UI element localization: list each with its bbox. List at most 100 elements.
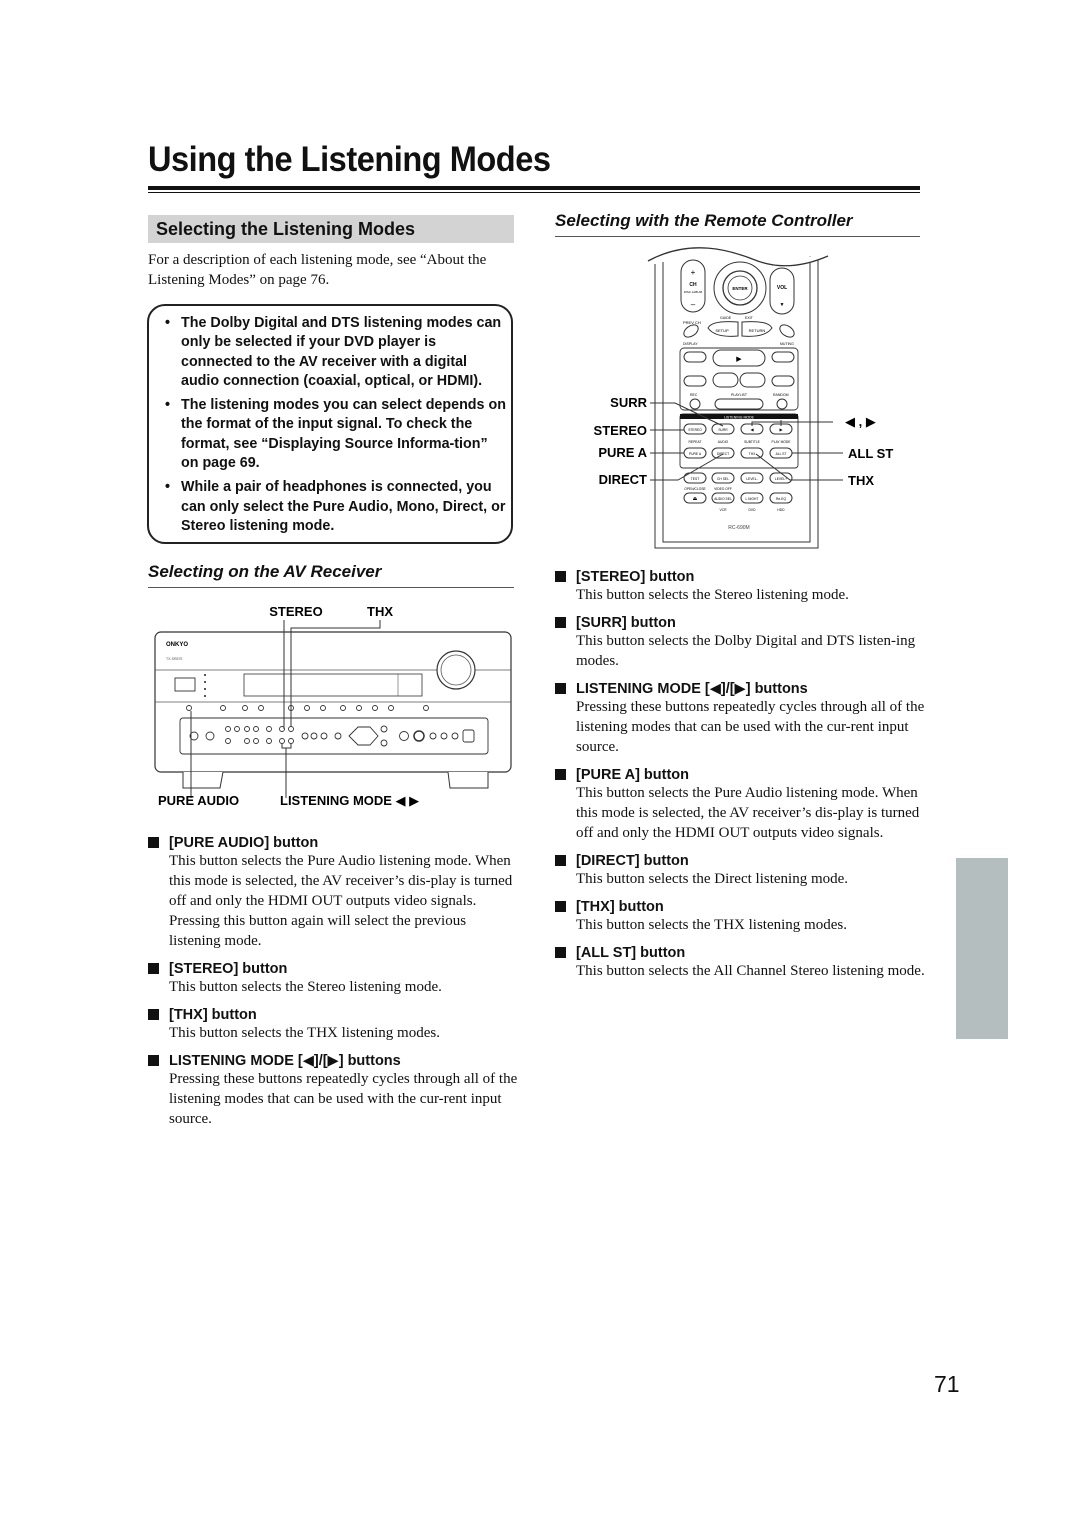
square-bullet-icon (555, 683, 566, 694)
svg-text:DVD: DVD (749, 508, 757, 512)
remote-model-label: RC-690M (728, 525, 749, 531)
note-item: • The listening modes you can select depe… (165, 397, 506, 472)
square-bullet-icon (555, 571, 566, 582)
intro-paragraph: For a description of each listening mode… (148, 252, 487, 288)
svg-text:VIDEO OFF: VIDEO OFF (714, 487, 732, 491)
button-description: [PURE AUDIO] button This button selects … (148, 835, 518, 951)
button-description: [THX] button This button selects the THX… (148, 1007, 518, 1043)
button-description: [ALL ST] button This button selects the … (555, 945, 925, 981)
square-bullet-icon (148, 963, 159, 974)
svg-text:ALL ST: ALL ST (776, 452, 787, 456)
section-heading-text: Selecting the Listening Modes (156, 219, 416, 239)
svg-text:CH SEL: CH SEL (717, 477, 729, 481)
stereo-panel-button (288, 726, 294, 732)
callout-stereo: STEREO (594, 423, 647, 438)
button-description: [DIRECT] button This button selects the … (555, 853, 925, 889)
svg-text:REPEAT: REPEAT (689, 440, 702, 444)
title-rule (148, 186, 920, 190)
svg-text:REC: REC (690, 393, 698, 397)
button-description: [PURE A] button This button selects the … (555, 767, 925, 843)
svg-text:LISTENING MODE: LISTENING MODE (724, 416, 755, 420)
bullet-icon: • (165, 397, 171, 414)
button-description: LISTENING MODE [◀]/[▶] buttons Pressing … (148, 1053, 518, 1129)
svg-text:DISC ALBUM: DISC ALBUM (684, 290, 703, 294)
button-description: [STEREO] button This button selects the … (148, 961, 518, 997)
power-button (174, 677, 196, 692)
av-receiver-illustration: STEREO THX ONKYO TX-SR875 PURE AUDIO LIS… (154, 604, 512, 808)
svg-text:HDD: HDD (777, 508, 785, 512)
chapter-tab-marker (956, 858, 1008, 1039)
selector-buttons-row (186, 705, 429, 711)
square-bullet-icon (148, 1055, 159, 1066)
svg-text:GUIDE: GUIDE (720, 316, 732, 320)
svg-text:STEREO: STEREO (688, 428, 702, 432)
svg-text:VCR: VCR (720, 508, 728, 512)
svg-text:MUTING: MUTING (780, 342, 794, 346)
callout-surr: SURR (610, 395, 647, 410)
svg-text:PLAY MODE: PLAY MODE (772, 440, 792, 444)
svg-text:+: + (691, 268, 696, 277)
svg-text:PLAYLIST: PLAYLIST (731, 393, 748, 397)
square-bullet-icon (148, 1009, 159, 1020)
remote-illustration: + CH DISC ALBUM – ENTER VOL ▼ GUIDE EXIT… (594, 247, 893, 549)
page-number: 71 (934, 1371, 960, 1397)
svg-text:▶: ▶ (736, 356, 742, 363)
bullet-icon: • (165, 479, 171, 496)
page-title: Using the Listening Modes (148, 140, 551, 179)
button-description: [SURR] button This button selects the Do… (555, 615, 925, 671)
receiver-display (243, 673, 423, 697)
listening-mode-right-button (288, 738, 294, 744)
enter-button-label: ENTER (732, 286, 748, 291)
svg-text:▼: ▼ (780, 302, 785, 308)
square-bullet-icon (555, 855, 566, 866)
svg-text:TEST: TEST (691, 477, 699, 481)
svg-text:⏏: ⏏ (693, 496, 698, 502)
volume-knob (436, 650, 476, 690)
square-bullet-icon (555, 947, 566, 958)
svg-text:CH: CH (689, 282, 697, 288)
callout-stereo: STEREO (269, 604, 322, 619)
callout-arrows: ◀ , ▶ (845, 414, 876, 429)
callout-all-st: ALL ST (848, 446, 893, 461)
svg-text:PREV CH: PREV CH (683, 320, 701, 325)
svg-text:LEVEL+: LEVEL+ (775, 477, 787, 481)
listening-mode-left-button (279, 738, 285, 744)
svg-text:SUBTITLE: SUBTITLE (744, 440, 761, 444)
button-description: [THX] button This button selects the THX… (555, 899, 925, 935)
svg-text:AUDIO SEL: AUDIO SEL (714, 497, 732, 501)
svg-text:VOL: VOL (777, 285, 787, 291)
square-bullet-icon (555, 901, 566, 912)
svg-text:THX: THX (749, 452, 756, 456)
svg-text:Re-EQ: Re-EQ (776, 497, 787, 501)
svg-text:SURR: SURR (718, 428, 728, 432)
svg-text:DISPLAY: DISPLAY (683, 342, 698, 346)
av-receiver-heading-rule (148, 587, 514, 588)
callout-thx: THX (367, 604, 393, 619)
svg-text:SETUP: SETUP (715, 328, 729, 333)
button-description: LISTENING MODE [◀]/[▶] buttons Pressing … (555, 681, 925, 757)
square-bullet-icon (148, 837, 159, 848)
callout-direct: DIRECT (599, 472, 647, 487)
note-item: • The Dolby Digital and DTS listening mod… (165, 315, 502, 389)
svg-text:EXIT: EXIT (745, 316, 754, 320)
section-heading: Selecting the Listening Modes (148, 215, 514, 243)
title-rule-thin (148, 192, 920, 193)
svg-text:RETURN: RETURN (749, 328, 766, 333)
svg-text:LEVEL-: LEVEL- (746, 477, 757, 481)
square-bullet-icon (555, 617, 566, 628)
svg-text:AUDIO: AUDIO (718, 440, 729, 444)
callout-listening-mode: LISTENING MODE ◀ ▶ (280, 793, 419, 808)
notes-box: • The Dolby Digital and DTS listening mod… (147, 304, 513, 544)
callout-thx: THX (848, 473, 874, 488)
remote-button-list: [STEREO] button This button selects the … (555, 569, 925, 981)
svg-text:RANDOM: RANDOM (773, 393, 789, 397)
svg-text:OPEN/CLOSE: OPEN/CLOSE (684, 487, 706, 491)
button-description: [STEREO] button This button selects the … (555, 569, 925, 605)
remote-heading-rule (555, 236, 920, 237)
av-receiver-button-list: [PURE AUDIO] button This button selects … (148, 835, 518, 1129)
receiver-model-label: TX-SR875 (166, 657, 182, 661)
note-item: • While a pair of headphones is connected… (165, 479, 506, 534)
bullet-icon: • (165, 315, 171, 331)
callout-pure-a: PURE A (598, 445, 647, 460)
square-bullet-icon (555, 769, 566, 780)
